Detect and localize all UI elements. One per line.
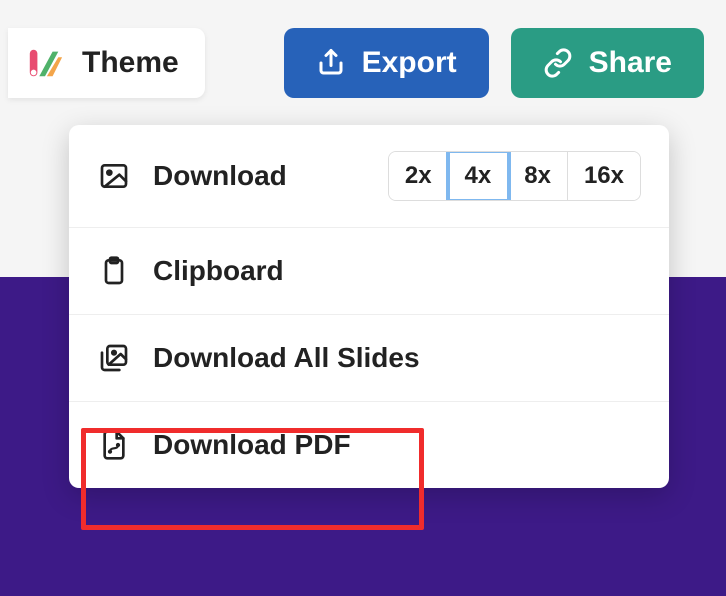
menu-label-clipboard: Clipboard [153, 255, 641, 287]
menu-item-clipboard[interactable]: Clipboard [69, 228, 669, 315]
menu-label-download-all: Download All Slides [153, 342, 641, 374]
theme-button[interactable]: Theme [8, 28, 205, 98]
toolbar-right: Export Share [284, 28, 704, 98]
share-button[interactable]: Share [511, 28, 704, 98]
share-label: Share [589, 46, 672, 80]
image-icon [97, 159, 131, 193]
link-icon [543, 48, 573, 78]
theme-label: Theme [82, 46, 179, 80]
scale-selector: 2x 4x 8x 16x [388, 151, 641, 201]
menu-item-download[interactable]: Download 2x 4x 8x 16x [69, 125, 669, 228]
theme-logo-icon [26, 44, 64, 82]
images-stack-icon [97, 341, 131, 375]
scale-option-8x[interactable]: 8x [508, 152, 568, 200]
scale-option-2x[interactable]: 2x [389, 152, 449, 200]
menu-item-download-all[interactable]: Download All Slides [69, 315, 669, 402]
menu-label-download-pdf: Download PDF [153, 429, 641, 461]
export-button[interactable]: Export [284, 28, 489, 98]
scale-option-4x[interactable]: 4x [449, 152, 509, 200]
menu-label-download: Download [153, 160, 366, 192]
pdf-icon [97, 428, 131, 462]
export-icon [316, 48, 346, 78]
scale-option-16x[interactable]: 16x [568, 152, 640, 200]
export-dropdown: Download 2x 4x 8x 16x Clipboard Download… [69, 125, 669, 488]
toolbar: Theme Export Share [0, 0, 726, 98]
clipboard-icon [97, 254, 131, 288]
menu-item-download-pdf[interactable]: Download PDF [69, 402, 669, 488]
export-label: Export [362, 46, 457, 80]
